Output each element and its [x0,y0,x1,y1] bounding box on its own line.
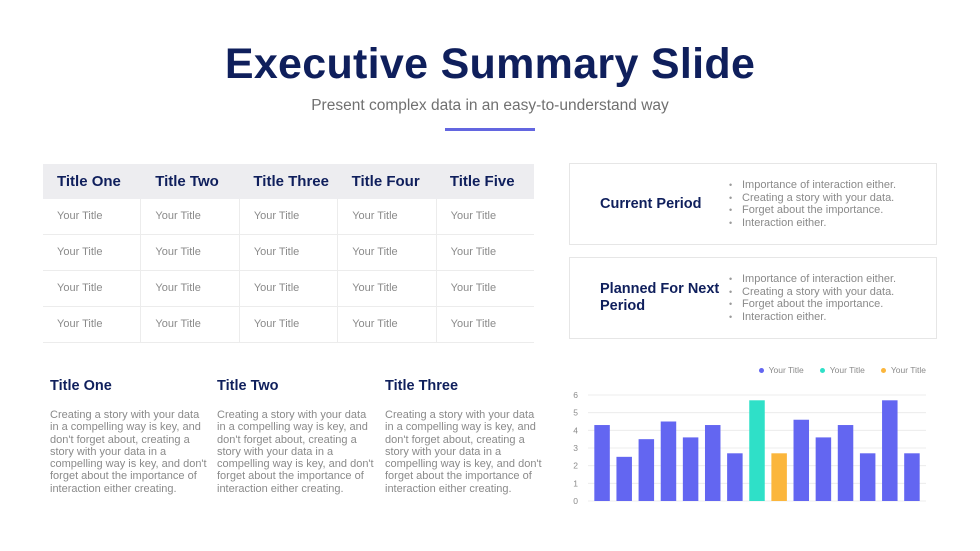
table-cell: Your Title [141,307,240,342]
table-header-row: Title One Title Two Title Three Title Fo… [43,164,534,199]
bar [594,425,610,501]
table-row: Your Title Your Title Your Title Your Ti… [43,199,534,235]
table-cell: Your Title [338,271,437,306]
bullet-list: Importance of interaction either. Creati… [728,273,896,323]
text-column: Title One Creating a story with your dat… [50,378,210,495]
bar [616,456,632,501]
bar [771,453,787,501]
table-cell: Your Title [450,246,497,258]
column-title: Title Three [385,378,459,394]
bar [882,400,898,501]
bullet-list: Importance of interaction either. Creati… [728,179,896,229]
table-cell: Your Title [450,210,497,222]
bullet-item: Forget about the importance. [729,204,896,217]
slide-subtitle: Present complex data in an easy-to-under… [311,97,669,114]
bullet-item: Creating a story with your data. [729,286,896,299]
table-cell: Your Title [141,235,240,270]
next-period-card: Planned For Next Period Importance of in… [569,257,937,339]
table-cell: Your Title [338,199,437,234]
table-cell: Your Title [43,307,142,342]
bar [638,439,655,501]
y-tick-label: 5 [573,408,578,418]
table-cell: Your Title [141,199,240,234]
card-title: Planned For Next Period [600,281,720,314]
table-cell: Your Title [240,235,339,270]
bar [815,437,832,501]
bullet-item: Forget about the importance. [729,298,896,311]
y-tick-label: 4 [573,425,578,435]
column-title: Title Two [217,378,279,394]
card-title: Current Period [600,195,702,212]
y-tick-label: 6 [573,390,578,400]
y-tick-label: 0 [573,496,578,506]
table-header-cell: Title Five [449,173,515,190]
column-title: Title One [50,378,112,394]
table-cell: Your Title [450,282,497,294]
bar [859,453,876,501]
table-header-cell: Title Two [155,173,219,190]
bar [727,453,743,501]
table-cell: Your Title [43,199,142,234]
bar [904,453,920,501]
table-row: Your Title Your Title Your Title Your Ti… [43,235,534,271]
bullet-item: Importance of interaction either. [729,179,896,192]
current-period-card: Current Period Importance of interaction… [569,163,937,245]
column-body: Creating a story with your data in a com… [217,409,374,495]
bar [837,425,854,501]
table-cell: Your Title [43,271,142,306]
y-tick-label: 3 [573,443,578,453]
bullet-item: Creating a story with your data. [729,192,896,205]
slide-title: Executive Summary Slide [224,40,756,88]
y-tick-label: 1 [573,478,578,488]
bullet-item: Importance of interaction either. [729,273,896,286]
table-row: Your Title Your Title Your Title Your Ti… [43,271,534,307]
table-cell: Your Title [240,271,339,306]
bar [682,437,699,501]
table-cell: Your Title [43,235,142,270]
table-header-cell: Title Four [351,173,420,190]
y-tick-label: 2 [573,461,578,471]
summary-table: Title One Title Two Title Three Title Fo… [43,164,534,343]
table-cell: Your Title [450,318,497,330]
table-cell: Your Title [141,271,240,306]
title-underline [445,128,535,131]
table-cell: Your Title [240,199,339,234]
table-cell: Your Title [240,307,339,342]
table-header-cell: Title Three [253,173,329,190]
column-body: Creating a story with your data in a com… [385,409,542,495]
bar-chart: Your Title Your Title Your Title 0123456 [560,360,940,530]
bullet-item: Interaction either. [729,311,896,324]
bar [704,425,721,501]
column-body: Creating a story with your data in a com… [50,409,207,495]
bullet-item: Interaction either. [729,217,896,230]
text-column: Title Three Creating a story with your d… [385,378,545,495]
table-header-cell: Title One [57,173,121,190]
chart-plot: 0 1 2 3 4 5 6 [573,390,926,506]
bar [660,421,677,501]
bar [749,400,765,501]
text-column: Title Two Creating a story with your dat… [217,378,377,495]
table-row: Your Title Your Title Your Title Your Ti… [43,307,534,343]
table-cell: Your Title [338,307,437,342]
table-cell: Your Title [338,235,437,270]
bar [793,419,810,501]
